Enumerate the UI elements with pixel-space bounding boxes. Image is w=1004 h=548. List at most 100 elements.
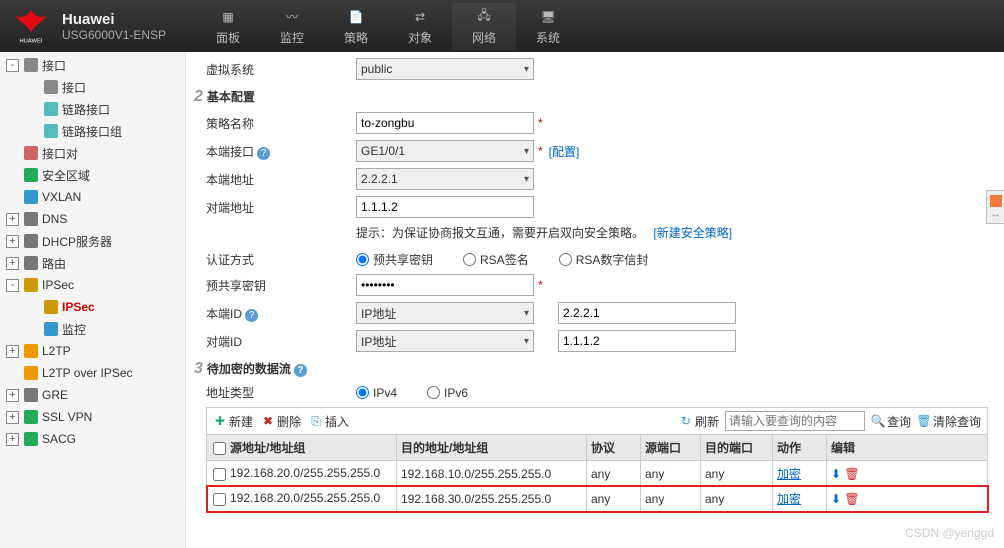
tree-toggle-icon[interactable]: + (6, 433, 19, 446)
toptab-monitor[interactable]: 〰监控 (260, 3, 324, 50)
toptab-object[interactable]: ⇄对象 (388, 3, 452, 50)
insert-button[interactable]: ⎘插入 (309, 413, 349, 430)
sidebar-item-label: IPSec (42, 278, 74, 292)
move-down-icon[interactable]: ⬇ (831, 467, 841, 481)
tree-toggle-icon[interactable]: + (6, 235, 19, 248)
sidebar-item-安全区域[interactable]: 安全区域 (0, 164, 185, 186)
sidebar-item-监控[interactable]: 监控 (0, 318, 185, 340)
new-button[interactable]: ✚新建 (213, 413, 253, 430)
table-row[interactable]: 192.168.20.0/255.255.255.0192.168.10.0/2… (207, 461, 988, 487)
tree-toggle-icon[interactable]: + (6, 389, 19, 402)
side-panel-handle[interactable]: ↔ (986, 190, 1004, 224)
chevron-down-icon: ▾ (524, 308, 529, 319)
toptab-system[interactable]: 🖥系统 (516, 3, 580, 50)
local-id-kind-select[interactable]: IP地址▾ (356, 302, 534, 324)
sidebar-item-SACG[interactable]: +SACG (0, 428, 185, 450)
policy-name-input[interactable] (356, 112, 534, 134)
flow-table: 源地址/地址组目的地址/地址组协议源端口目的端口动作编辑 192.168.20.… (206, 434, 988, 512)
help-icon[interactable]: ? (294, 364, 307, 377)
local-addr-select[interactable]: 2.2.2.1▾ (356, 168, 534, 190)
toptab-network[interactable]: 🖧网络 (452, 3, 516, 50)
toptab-dashboard[interactable]: ▦面板 (196, 3, 260, 50)
sidebar-item-IPSec[interactable]: - IPSec (0, 274, 185, 296)
row-checkbox[interactable] (213, 468, 226, 481)
required-mark: * (538, 116, 543, 130)
sidebar-item-SSL VPN[interactable]: + SSL VPN (0, 406, 185, 428)
sidebar-item-label: L2TP over IPSec (42, 366, 133, 380)
new-sec-policy-link[interactable]: [新建安全策略] (653, 226, 732, 240)
sidebar-item-GRE[interactable]: + GRE (0, 384, 185, 406)
tree-toggle-icon[interactable]: + (6, 345, 19, 358)
peer-addr-input[interactable] (356, 196, 534, 218)
sidebar-item-链路接口组[interactable]: 链路接口组 (0, 120, 185, 142)
sidebar-item-L2TP[interactable]: + L2TP (0, 340, 185, 362)
addrtype-radio-0[interactable]: IPv4 (356, 386, 397, 400)
sidebar-item-VXLAN[interactable]: VXLAN (0, 186, 185, 208)
delete-button[interactable]: ✖删除 (261, 413, 301, 430)
sidebar-item-链路接口[interactable]: 链路接口 (0, 98, 185, 120)
sidebar-item-IPSec[interactable]: IPSec (0, 296, 185, 318)
delete-row-icon[interactable]: 🗑 (844, 467, 859, 481)
move-down-icon[interactable]: ⬇ (831, 492, 841, 506)
local-if-label: 本端接口? (206, 143, 356, 160)
sidebar-item-路由[interactable]: + 路由 (0, 252, 185, 274)
toptab-policy[interactable]: 📄策略 (324, 3, 388, 50)
col-header: 编辑 (827, 435, 988, 461)
local-if-select[interactable]: GE1/0/1▾ (356, 140, 534, 162)
sidebar-item-DNS[interactable]: +DNS (0, 208, 185, 230)
vsys-label: 虚拟系统 (206, 61, 356, 78)
grid-toolbar: ✚新建 ✖删除 ⎘插入 ↻刷新 🔍查询 🗑清除查询 (206, 407, 988, 434)
delete-row-icon[interactable]: 🗑 (844, 492, 859, 506)
sidebar-item-接口对[interactable]: 接口对 (0, 142, 185, 164)
insert-icon: ⎘ (309, 414, 323, 428)
peer-id-input[interactable] (558, 330, 736, 352)
help-icon[interactable]: ? (245, 309, 258, 322)
sidebar-item-label: 路由 (42, 255, 66, 272)
select-all-checkbox[interactable] (213, 442, 226, 455)
tree-toggle-icon[interactable]: - (6, 279, 19, 292)
top-tabs: ▦面板〰监控📄策略⇄对象🖧网络🖥系统 (196, 3, 580, 50)
sidebar-item-DHCP服务器[interactable]: +DHCP服务器 (0, 230, 185, 252)
clear-query-button[interactable]: 🗑清除查询 (917, 413, 981, 430)
ifpair-icon (23, 146, 38, 161)
tree-toggle-icon[interactable]: + (6, 411, 19, 424)
action-link[interactable]: 加密 (777, 492, 801, 506)
vsys-select[interactable]: public ▾ (356, 58, 534, 80)
psk-input[interactable] (356, 274, 534, 296)
row-checkbox[interactable] (213, 493, 226, 506)
auth-radio-1[interactable]: RSA签名 (463, 251, 529, 268)
query-button[interactable]: 🔍查询 (871, 413, 911, 430)
object-icon: ⇄ (410, 7, 430, 27)
l2tp-icon (23, 344, 38, 359)
grid-search-input[interactable] (725, 411, 865, 431)
auth-radio-2[interactable]: RSA数字信封 (559, 251, 649, 268)
sidebar-item-label: GRE (42, 388, 68, 402)
sidebar-item-label: SSL VPN (42, 410, 92, 424)
plus-icon: ✚ (213, 414, 227, 428)
sidebar-item-接口[interactable]: 接口 (0, 76, 185, 98)
monitor-icon: 〰 (282, 7, 302, 27)
sidebar-item-接口[interactable]: -接口 (0, 54, 185, 76)
auth-label: 认证方式 (206, 251, 356, 268)
addrtype-radio-1[interactable]: IPv6 (427, 386, 468, 400)
sidebar-item-label: 链路接口组 (62, 123, 122, 140)
gre-icon (23, 388, 38, 403)
addrtype-label: 地址类型 (206, 384, 356, 401)
peer-id-kind-select[interactable]: IP地址▾ (356, 330, 534, 352)
network-icon: 🖧 (474, 7, 494, 27)
action-link[interactable]: 加密 (777, 467, 801, 481)
sidebar-item-label: L2TP (42, 344, 71, 358)
col-header: 目的地址/地址组 (397, 435, 587, 461)
help-icon[interactable]: ? (257, 147, 270, 160)
tree-toggle-icon[interactable]: - (6, 59, 19, 72)
auth-radio-0[interactable]: 预共享密钥 (356, 251, 433, 268)
psk-label: 预共享密钥 (206, 277, 356, 294)
refresh-button[interactable]: ↻刷新 (679, 413, 719, 430)
local-if-configure-link[interactable]: [配置] (549, 143, 580, 160)
local-id-input[interactable] (558, 302, 736, 324)
table-row[interactable]: 192.168.20.0/255.255.255.0192.168.30.0/2… (207, 486, 988, 512)
col-header: 协议 (587, 435, 641, 461)
sidebar-item-L2TP over IPSec[interactable]: L2TP over IPSec (0, 362, 185, 384)
tree-toggle-icon[interactable]: + (6, 213, 19, 226)
tree-toggle-icon[interactable]: + (6, 257, 19, 270)
